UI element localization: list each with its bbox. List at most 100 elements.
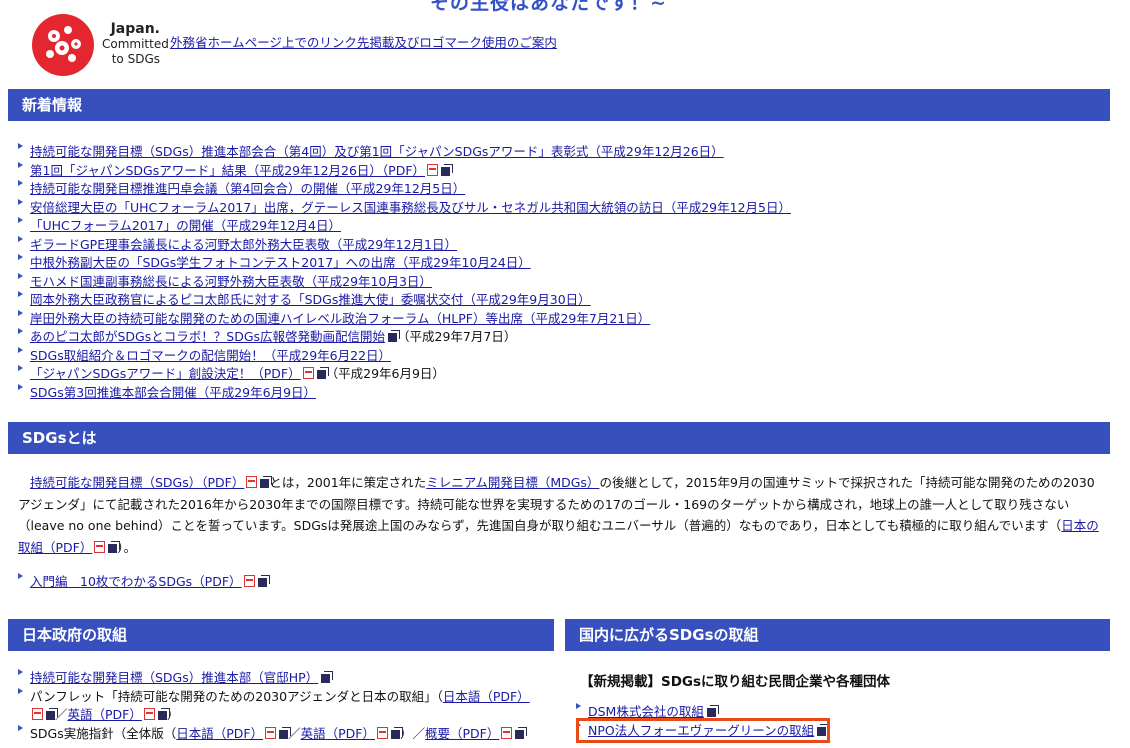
pdf-icon bbox=[501, 726, 513, 739]
bullet-arrow-icon bbox=[18, 161, 23, 168]
news-link[interactable]: 中根外務副大臣の「SDGs学生フォトコンテスト2017」への出席（平成29年10… bbox=[30, 255, 531, 270]
domestic-subheading: 【新規掲載】SDGsに取り組む民間企業や各種団体 bbox=[580, 674, 891, 690]
list-item: 持続可能な開発目標（SDGs）推進本部（官邸HP） bbox=[18, 669, 558, 688]
new-window-icon bbox=[391, 729, 400, 739]
pdf-icon bbox=[427, 163, 439, 176]
bullet-arrow-icon bbox=[18, 365, 23, 371]
list-item-continued: ／英語（PDF）） bbox=[18, 706, 558, 725]
news-link[interactable]: あのピコ太郎がSDGsとコラボ！？SDGs広報啓発動画配信開始 bbox=[30, 329, 385, 344]
news-link[interactable]: 「ジャパンSDGsアワード」創設決定！（PDF） bbox=[30, 366, 301, 381]
new-window-icon bbox=[260, 479, 270, 488]
news-item: 「ジャパンSDGsアワード」創設決定！（PDF） （平成29年6月9日） bbox=[18, 365, 791, 384]
news-item: 安倍総理大臣の「UHCフォーラム2017」出席，グテーレス国連事務総長及びサル・… bbox=[18, 198, 791, 218]
bullet-arrow-icon bbox=[18, 291, 23, 297]
new-window-icon bbox=[706, 708, 716, 717]
new-window-icon bbox=[316, 370, 326, 379]
news-item: 「UHCフォーラム2017」の開催（平成29年12月4日） bbox=[18, 217, 791, 236]
mdgs-link[interactable]: ミレニアム開発目標（MDGs） bbox=[426, 475, 599, 490]
news-item: SDGs取組紹介＆ロゴマークの配信開始！（平成29年6月22日） bbox=[18, 346, 791, 366]
bullet-arrow-icon bbox=[576, 703, 581, 709]
intro-list: 入門編 10枚でわかるSDGs（PDF） bbox=[18, 573, 267, 592]
government-list: 持続可能な開発目標（SDGs）推進本部（官邸HP） パンフレット「持続可能な開発… bbox=[18, 669, 558, 743]
guideline-ja-link[interactable]: 日本語（PDF） bbox=[176, 726, 263, 741]
bullet-arrow-icon bbox=[18, 143, 23, 149]
new-window-icon bbox=[157, 711, 167, 720]
news-link[interactable]: 持続可能な開発目標（SDGs）推進本部会合（第4回）及び第1回「ジャパンSDGs… bbox=[30, 144, 724, 159]
pdf-icon bbox=[302, 367, 314, 379]
highlight-box bbox=[576, 718, 830, 743]
bullet-arrow-icon bbox=[18, 383, 23, 390]
sdgs-pdf-link[interactable]: 持続可能な開発目標（SDGs）（PDF） bbox=[30, 475, 244, 490]
bullet-arrow-icon bbox=[18, 235, 23, 242]
sdgs-hq-link[interactable]: 持続可能な開発目標（SDGs）推進本部（官邸HP） bbox=[30, 670, 318, 685]
bullet-arrow-icon bbox=[18, 309, 23, 316]
news-link[interactable]: モハメド国連副事務総長による河野外務大臣表敬（平成29年10月3日） bbox=[30, 274, 432, 289]
dsm-link[interactable]: DSM株式会社の取組 bbox=[588, 704, 704, 719]
new-window-icon bbox=[279, 729, 289, 739]
pamphlet-en-link[interactable]: 英語（PDF） bbox=[68, 707, 142, 722]
news-item: 持続可能な開発目標（SDGs）推進本部会合（第4回）及び第1回「ジャパンSDGs… bbox=[18, 143, 791, 162]
news-link[interactable]: 岡本外務大臣政務官によるピコ太郎氏に対する「SDGs推進大使」委嘱状交付（平成2… bbox=[30, 292, 591, 307]
logo-japan: Japan. bbox=[110, 21, 160, 37]
news-link[interactable]: SDGs取組紹介＆ロゴマークの配信開始！（平成29年6月22日） bbox=[30, 348, 391, 363]
news-item: 中根外務副大臣の「SDGs学生フォトコンテスト2017」への出席（平成29年10… bbox=[18, 254, 791, 273]
news-item: 持続可能な開発目標推進円卓会議（第4回会合）の開催（平成29年12月5日） bbox=[18, 180, 791, 199]
list-item: パンフレット「持続可能な開発のための2030アジェンダと日本の取組」（日本語（P… bbox=[18, 687, 558, 707]
new-window-icon bbox=[515, 729, 525, 739]
pdf-icon bbox=[143, 708, 155, 720]
sdgs-logo: Japan. Committed to SDGs bbox=[32, 12, 169, 76]
new-window-icon bbox=[441, 166, 451, 176]
pamphlet-ja-link[interactable]: 日本語（PDF） bbox=[443, 689, 530, 704]
about-text-1: とは，2001年に策定された bbox=[269, 475, 427, 490]
news-list: 持続可能な開発目標（SDGs）推進本部会合（第4回）及び第1回「ジャパンSDGs… bbox=[18, 143, 791, 402]
about-paragraph: 持続可能な開発目標（SDGs）（PDF） とは，2001年に策定されたミレニアム開… bbox=[18, 472, 1103, 558]
bullet-arrow-icon bbox=[18, 328, 23, 334]
page-heading-partial: その主役はあなたです！~ bbox=[430, 0, 667, 14]
logo-usage-link[interactable]: 外務省ホームページ上でのリンク先掲載及びロゴマーク使用のご案内 bbox=[170, 32, 557, 51]
guideline-summary-link[interactable]: 概要（PDF） bbox=[425, 726, 499, 741]
guideline-en-link[interactable]: 英語（PDF） bbox=[301, 726, 375, 741]
news-item: 第1回「ジャパンSDGsアワード」結果（平成29年12月26日）（PDF） bbox=[18, 161, 791, 181]
pdf-icon bbox=[94, 540, 106, 553]
bullet-arrow-icon bbox=[18, 272, 23, 279]
bullet-arrow-icon bbox=[18, 198, 23, 205]
bullet-arrow-icon bbox=[18, 724, 23, 731]
logo-committed: Committed bbox=[102, 37, 169, 51]
logo-to-sdgs: to SDGs bbox=[111, 52, 160, 66]
pdf-icon bbox=[32, 708, 43, 720]
about-text-3: ）。 bbox=[117, 539, 137, 555]
news-date: （平成29年7月7日） bbox=[397, 329, 517, 344]
news-link[interactable]: 「UHCフォーラム2017」の開催（平成29年12月4日） bbox=[30, 218, 341, 233]
news-link[interactable]: SDGs第3回推進本部会合開催（平成29年6月9日） bbox=[30, 385, 316, 400]
pdf-icon bbox=[265, 726, 277, 739]
news-link[interactable]: 持続可能な開発目標推進円卓会議（第4回会合）の開催（平成29年12月5日） bbox=[30, 181, 465, 196]
sakura-logo-icon bbox=[32, 14, 94, 76]
pdf-icon bbox=[377, 726, 388, 739]
news-link[interactable]: ギラードGPE理事会議長による河野太郎外務大臣表敬（平成29年12月1日） bbox=[30, 237, 457, 252]
bullet-arrow-icon bbox=[18, 573, 23, 579]
bullet-arrow-icon bbox=[18, 669, 23, 675]
about-header: SDGsとは bbox=[8, 422, 1110, 454]
list-item: SDGs実施指針（全体版（日本語（PDF） ／英語（PDF） ）／概要（PDF） bbox=[18, 724, 558, 744]
new-window-icon bbox=[257, 578, 267, 587]
bullet-arrow-icon bbox=[18, 687, 23, 694]
pdf-icon bbox=[243, 575, 255, 587]
pdf-icon bbox=[246, 476, 258, 488]
news-link[interactable]: 安倍総理大臣の「UHCフォーラム2017」出席，グテーレス国連事務総長及びサル・… bbox=[30, 200, 791, 215]
bullet-arrow-icon bbox=[18, 254, 23, 260]
news-item: モハメド国連副事務総長による河野外務大臣表敬（平成29年10月3日） bbox=[18, 272, 791, 292]
news-link[interactable]: 岸田外務大臣の持続可能な開発のための国連ハイレベル政治フォーラム（HLPF）等出… bbox=[30, 311, 650, 326]
government-header: 日本政府の取組 bbox=[8, 619, 554, 651]
domestic-header: 国内に広がるSDGsの取組 bbox=[565, 619, 1110, 651]
news-link[interactable]: 第1回「ジャパンSDGsアワード」結果（平成29年12月26日）（PDF） bbox=[30, 163, 425, 178]
list-item: 入門編 10枚でわかるSDGs（PDF） bbox=[18, 573, 267, 592]
news-item: 岸田外務大臣の持続可能な開発のための国連ハイレベル政治フォーラム（HLPF）等出… bbox=[18, 309, 791, 329]
intro-guide-link[interactable]: 入門編 10枚でわかるSDGs（PDF） bbox=[30, 574, 242, 589]
news-item: SDGs第3回推進本部会合開催（平成29年6月9日） bbox=[18, 383, 791, 403]
news-header: 新着情報 bbox=[8, 89, 1110, 121]
new-window-icon bbox=[388, 333, 398, 342]
news-item: 岡本外務大臣政務官によるピコ太郎氏に対する「SDGs推進大使」委嘱状交付（平成2… bbox=[18, 291, 791, 310]
news-item: ギラードGPE理事会議長による河野太郎外務大臣表敬（平成29年12月1日） bbox=[18, 235, 791, 255]
new-window-icon bbox=[46, 711, 55, 720]
bullet-arrow-icon bbox=[18, 180, 23, 186]
